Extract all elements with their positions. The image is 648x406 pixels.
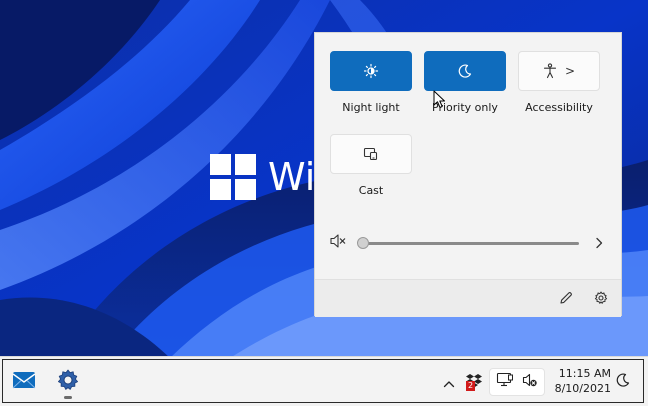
night-light-label: Night light [342, 101, 400, 114]
priority-only-label: Priority only [432, 101, 498, 114]
moon-icon [457, 63, 473, 79]
notification-badge: 2 [466, 381, 475, 391]
network-icon [496, 372, 514, 392]
clock-button[interactable]: 11:15 AM 8/10/2021 [545, 366, 611, 396]
audio-output-button[interactable] [591, 234, 607, 252]
mail-app-button[interactable] [9, 368, 39, 396]
chevron-up-icon [443, 373, 455, 392]
accessibility-icon [543, 63, 557, 79]
gear-icon [594, 290, 608, 309]
cast-icon [363, 146, 379, 162]
network-volume-group-button[interactable] [489, 368, 545, 396]
volume-slider[interactable] [357, 235, 581, 251]
priority-only-toggle[interactable] [424, 51, 506, 91]
taskbar: 2 11:15 AM 8/10/2021 [0, 356, 648, 406]
accessibility-label: Accessibility [525, 101, 593, 114]
mute-button[interactable] [327, 233, 349, 253]
pencil-icon [559, 290, 573, 309]
mail-icon [12, 370, 36, 394]
show-hidden-icons-button[interactable] [441, 372, 457, 392]
accessibility-toggle[interactable]: > [518, 51, 600, 91]
clock-date: 8/10/2021 [554, 382, 611, 395]
night-light-toggle[interactable] [330, 51, 412, 91]
quick-settings-footer [315, 279, 621, 317]
volume-thumb[interactable] [357, 237, 369, 249]
speaker-muted-icon [522, 372, 538, 392]
cast-toggle[interactable] [330, 134, 412, 174]
clock-time: 11:15 AM [558, 367, 611, 380]
edit-quick-settings-button[interactable] [557, 290, 575, 308]
chevron-right-icon [595, 234, 603, 253]
dropbox-icon: 2 [465, 373, 483, 391]
windows-brand: Wi [210, 154, 315, 200]
cast-label: Cast [358, 184, 384, 197]
moon-icon [615, 372, 631, 392]
brightness-icon [363, 63, 379, 79]
focus-assist-button[interactable] [613, 372, 633, 392]
settings-app-button[interactable] [53, 366, 83, 399]
chevron-right-icon: > [564, 64, 576, 78]
quick-settings-panel: Night light Priority only > Accessibilit… [314, 32, 622, 317]
windows-logo [210, 154, 256, 200]
brand-text: Wi [268, 155, 316, 199]
speaker-muted-icon [329, 233, 347, 253]
dropbox-tray-button[interactable]: 2 [463, 370, 485, 394]
settings-icon [56, 368, 80, 396]
desktop: Wi Night light Priority only > Accessibi… [0, 0, 648, 406]
settings-button[interactable] [592, 290, 610, 308]
volume-track [363, 242, 579, 245]
taskbar-frame: 2 11:15 AM 8/10/2021 [2, 359, 644, 403]
running-indicator [64, 396, 72, 399]
